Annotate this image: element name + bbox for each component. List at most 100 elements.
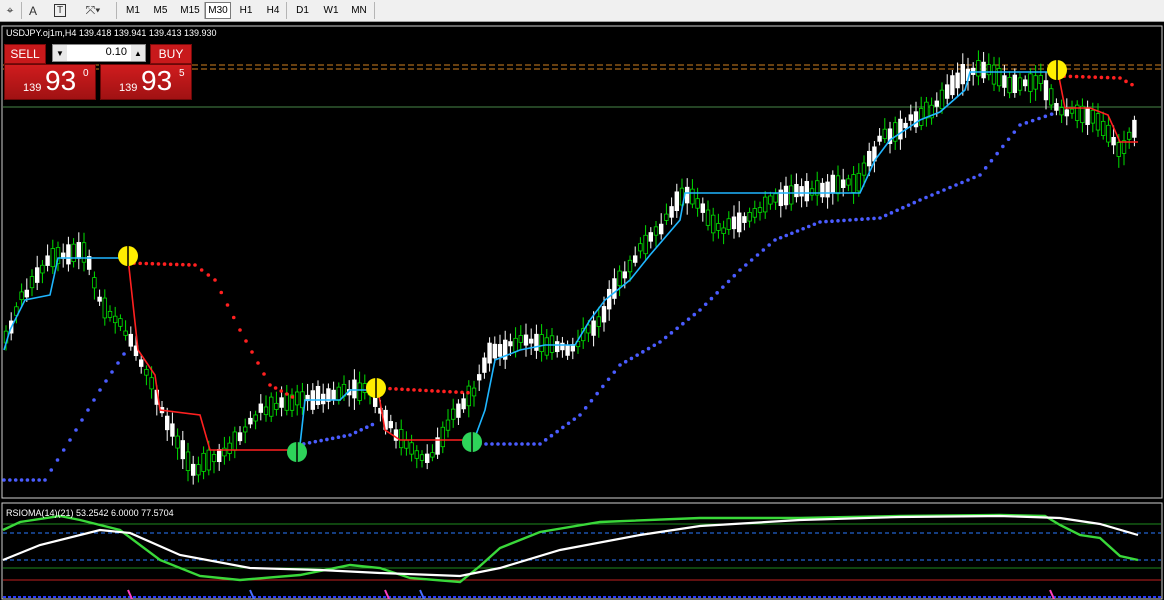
stop-dot-blue (773, 238, 777, 242)
candle-body (653, 226, 659, 236)
stop-dot-blue (13, 478, 18, 482)
candle-body (638, 243, 643, 252)
stop-dot-blue (601, 384, 605, 389)
timeframe-h4-button[interactable]: H4 (261, 2, 285, 19)
timeframe-m30-button[interactable]: M30 (205, 2, 231, 19)
candle-body (331, 389, 336, 400)
stop-dot-blue (995, 151, 999, 156)
stop-dot-blue (675, 326, 679, 331)
stop-dot-red (213, 278, 217, 282)
timeframe-mn-button[interactable]: MN (346, 2, 372, 19)
candle-body (809, 188, 815, 196)
stop-dot-blue (370, 422, 375, 427)
candle-body (190, 463, 196, 476)
stop-dot-blue (1006, 137, 1011, 142)
stop-dot-blue (732, 273, 737, 278)
stop-dot-blue (692, 312, 697, 317)
stop-dot-blue (80, 418, 84, 422)
timeframe-m15-button[interactable]: M15 (177, 2, 203, 19)
buy-price-big: 93 (141, 65, 173, 96)
candle-body (1127, 131, 1132, 140)
stop-dot-blue (490, 442, 494, 446)
lot-size-field[interactable]: ▼ 0.10 ▲ (52, 44, 146, 62)
candle-body (206, 449, 211, 471)
candle-body (700, 203, 705, 213)
candle-body (903, 122, 908, 129)
stop-dot-blue (641, 350, 645, 354)
candle-body (924, 101, 929, 119)
candle-body (279, 397, 284, 408)
candle-body (1090, 109, 1095, 124)
stop-dot-blue (502, 442, 506, 446)
cursor-icon[interactable]: ⌖ (2, 3, 18, 18)
candle-body (591, 320, 596, 336)
candle-body (232, 431, 237, 451)
stop-dot-blue (55, 458, 60, 462)
candle-body (804, 181, 809, 202)
candle-body (596, 316, 601, 327)
lot-increase-button[interactable]: ▲ (131, 45, 145, 61)
stop-dot-blue (790, 231, 794, 236)
stop-dot-blue (812, 222, 817, 227)
candle-body (544, 337, 549, 356)
timeframe-m5-button[interactable]: M5 (148, 2, 173, 19)
buy-button[interactable]: BUY (150, 44, 192, 64)
candle-body (284, 393, 289, 411)
lot-decrease-button[interactable]: ▼ (53, 45, 67, 61)
stop-dot-red (406, 387, 410, 392)
one-click-trading-panel: SELL ▼ 0.10 ▲ BUY 139 93 0 139 93 5 (4, 42, 192, 100)
candle-body (861, 162, 867, 176)
candle-body (1095, 113, 1101, 131)
candle-body (622, 271, 627, 279)
candle-body (164, 415, 170, 431)
stop-dot-blue (778, 235, 783, 240)
timeframe-d1-button[interactable]: D1 (290, 2, 315, 19)
candle-body (196, 464, 201, 476)
candle-body (1033, 75, 1038, 90)
candle-body (419, 454, 425, 461)
candle-body (617, 270, 622, 287)
candle-body (841, 179, 846, 188)
text-icon[interactable]: A (25, 3, 41, 18)
stop-dot-blue (883, 213, 888, 218)
candle-body (461, 398, 466, 410)
timeframe-m1-button[interactable]: M1 (121, 2, 145, 19)
stop-dot-blue (801, 226, 805, 231)
buy-price-sup: 5 (179, 68, 185, 79)
sell-price-box[interactable]: 139 93 0 (4, 64, 96, 100)
timeframe-h1-button[interactable]: H1 (235, 2, 257, 19)
buy-price-box[interactable]: 139 93 5 (100, 64, 192, 100)
candle-body (560, 342, 565, 351)
candle-body (830, 174, 835, 194)
shapes-icon[interactable]: ⤧▾ (80, 3, 106, 18)
candle-body (409, 442, 414, 455)
candle-body (123, 330, 128, 336)
candle-body (497, 344, 503, 357)
candle-body (29, 276, 35, 289)
stop-dot-blue (629, 356, 634, 361)
chart-area[interactable] (0, 22, 1164, 600)
stop-dot-blue (330, 436, 335, 441)
candle-body (1002, 75, 1007, 88)
sell-button[interactable]: SELL (4, 44, 46, 64)
stop-dot-red (268, 383, 272, 387)
candle-body (664, 213, 669, 221)
candle-body (757, 207, 763, 213)
text-label-icon[interactable]: T (52, 3, 68, 18)
stop-dot-blue (365, 425, 369, 430)
stop-dot-blue (663, 335, 668, 340)
timeframe-w1-button[interactable]: W1 (319, 2, 343, 19)
candle-body (737, 212, 742, 233)
stop-dot-blue (972, 175, 976, 180)
stop-dot-blue (854, 217, 858, 222)
stop-dot-red (150, 261, 155, 266)
stop-dot-red (174, 262, 179, 267)
stop-dot-blue (92, 398, 96, 402)
stop-dot-blue (912, 200, 917, 205)
candle-body (138, 359, 144, 367)
stop-dot-blue (1001, 144, 1005, 149)
candle-body (102, 297, 107, 319)
stop-dot-red (244, 339, 248, 343)
candle-body (24, 289, 29, 298)
stop-dot-blue (623, 359, 628, 364)
